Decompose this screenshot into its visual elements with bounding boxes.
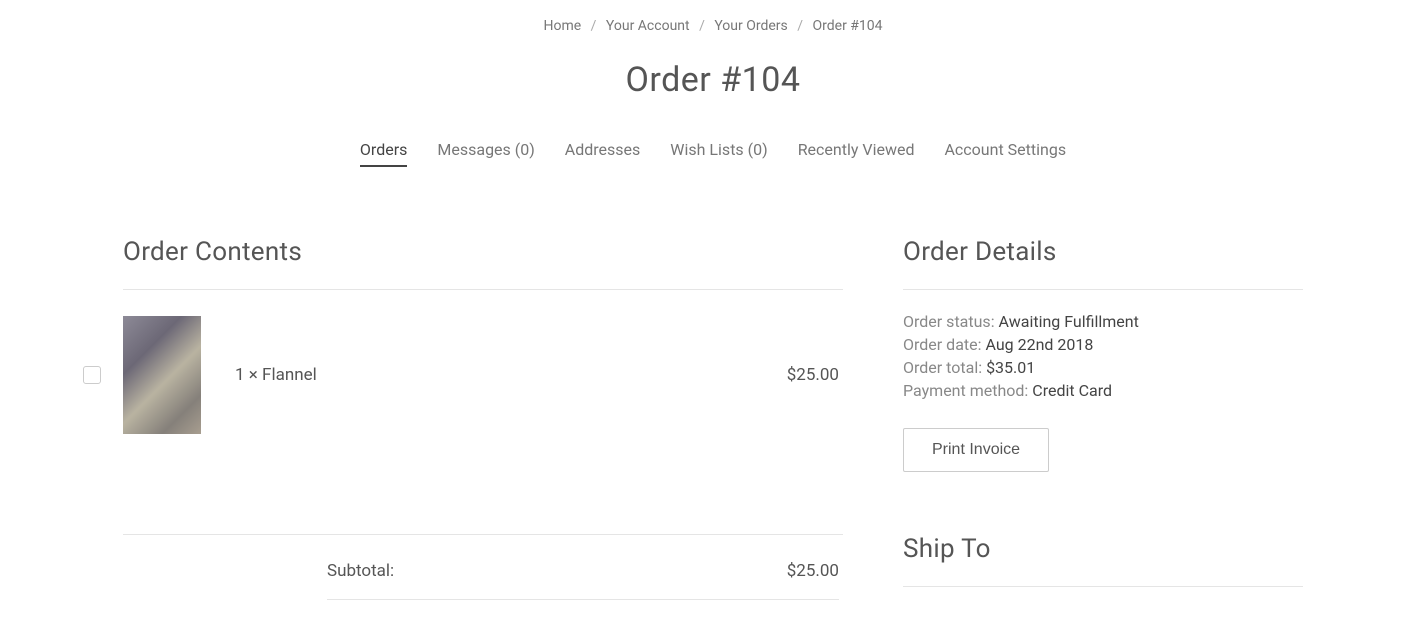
order-date-value: Aug 22nd 2018 [985,335,1093,354]
page-title: Order #104 [83,60,1343,100]
order-details-heading: Order Details [903,237,1303,290]
order-status-label: Order status: [903,312,995,331]
order-total-label: Order total: [903,358,982,377]
item-image [123,316,201,434]
breadcrumb: Home / Your Account / Your Orders / Orde… [83,0,1343,42]
ship-to-heading: Ship To [903,534,1303,587]
order-date-label: Order date: [903,335,982,354]
order-status-value: Awaiting Fulfillment [999,312,1139,331]
tab-addresses[interactable]: Addresses [565,140,641,167]
tab-account-settings[interactable]: Account Settings [944,140,1066,167]
breadcrumb-sep: / [699,18,705,34]
order-totals: Subtotal: $25.00 [123,535,843,600]
tab-messages[interactable]: Messages (0) [437,140,534,167]
tab-recently-viewed[interactable]: Recently Viewed [798,140,915,167]
subtotal-row: Subtotal: $25.00 [327,561,839,600]
breadcrumb-sep: / [797,18,803,34]
breadcrumb-current: Order #104 [813,18,883,34]
breadcrumb-account[interactable]: Your Account [606,18,690,34]
order-total-line: Order total: $35.01 [903,358,1303,377]
breadcrumb-home[interactable]: Home [543,18,581,34]
breadcrumb-sep: / [591,18,597,34]
subtotal-value: $25.00 [787,561,839,581]
subtotal-label: Subtotal: [327,561,394,581]
order-contents-heading: Order Contents [123,237,843,290]
account-tabs: Orders Messages (0) Addresses Wish Lists… [83,140,1343,167]
tab-wishlists[interactable]: Wish Lists (0) [670,140,767,167]
item-name: 1 × Flannel [219,365,705,385]
payment-method-value: Credit Card [1032,381,1112,400]
item-checkbox[interactable] [83,366,101,384]
payment-method-line: Payment method: Credit Card [903,381,1303,400]
order-item-row: 1 × Flannel $25.00 [123,312,843,535]
breadcrumb-orders[interactable]: Your Orders [714,18,787,34]
order-total-value: $35.01 [986,358,1035,377]
print-invoice-button[interactable]: Print Invoice [903,428,1049,472]
order-date-line: Order date: Aug 22nd 2018 [903,335,1303,354]
tab-orders[interactable]: Orders [360,140,407,167]
item-price: $25.00 [723,365,843,385]
order-status-line: Order status: Awaiting Fulfillment [903,312,1303,331]
payment-method-label: Payment method: [903,381,1028,400]
